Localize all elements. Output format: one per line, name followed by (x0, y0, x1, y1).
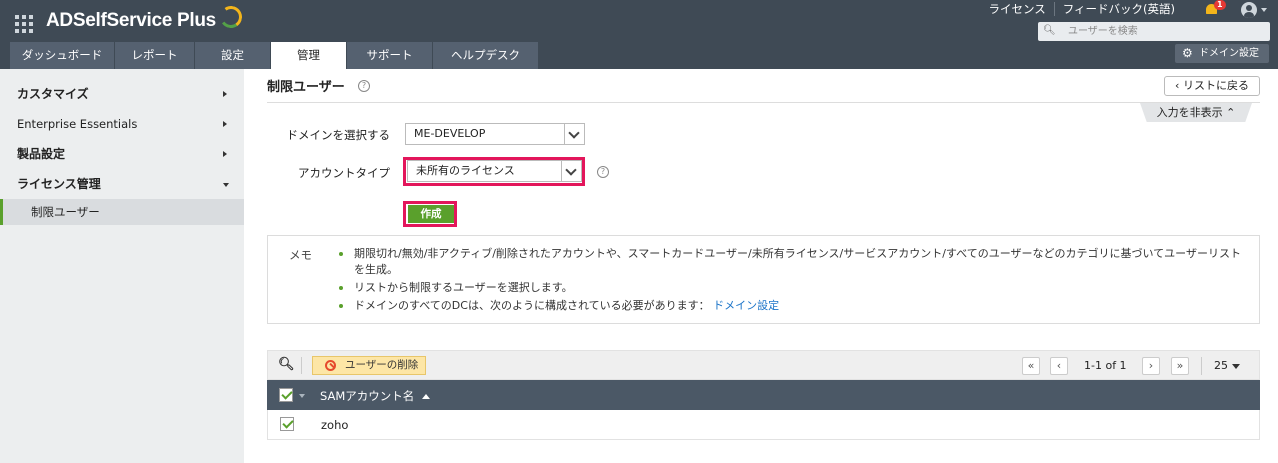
divider (301, 357, 302, 374)
divider (1201, 357, 1202, 375)
sidebar-item-license-management[interactable]: ライセンス管理 (0, 169, 244, 199)
chevron-down-icon[interactable] (299, 394, 305, 398)
memo-list: 期限切れ/無効/非アクティブ/削除されたアカウントや、スマートカードユーザー/未… (339, 246, 1249, 316)
create-button[interactable]: 作成 (408, 205, 454, 223)
domain-select[interactable]: ME-DEVELOP (405, 123, 585, 145)
memo-item: 期限切れ/無効/非アクティブ/削除されたアカウントや、スマートカードユーザー/未… (339, 246, 1249, 278)
next-page-button[interactable]: › (1142, 357, 1160, 375)
sidebar-subitem-restricted-users[interactable]: 制限ユーザー (0, 199, 244, 225)
sidebar-item-label: 製品設定 (17, 147, 66, 161)
table-row[interactable]: zoho (267, 410, 1260, 440)
chevron-down-icon[interactable] (564, 124, 584, 144)
chevron-left-icon: ‹ (1175, 79, 1180, 92)
help-icon[interactable]: ? (597, 166, 609, 178)
sidebar: カスタマイズ Enterprise Essentials 製品設定 ライセンス管… (0, 69, 244, 463)
sam-account-cell: zoho (321, 418, 349, 432)
per-page-select[interactable]: 25 (1214, 359, 1240, 372)
memo-item: ドメインのすべてのDCは、次のように構成されている必要があります： ドメイン設定 (339, 298, 1249, 314)
search-icon[interactable]: 🔍︎ (1043, 26, 1056, 36)
chevron-down-icon (223, 183, 229, 187)
main-tabs: ダッシュボード レポート 設定 管理 サポート ヘルプデスク (10, 42, 539, 69)
memo-label: メモ (289, 248, 312, 262)
tab-helpdesk[interactable]: ヘルプデスク (433, 42, 539, 69)
back-to-list-label: リストに戻る (1182, 79, 1249, 92)
back-to-list-button[interactable]: ‹ リストに戻る (1164, 76, 1260, 96)
chevron-right-icon (223, 151, 227, 157)
top-links: ライセンス フィードバック(英語) (980, 2, 1183, 16)
chevron-up-icon: ⌃ (1226, 106, 1236, 119)
divider (267, 102, 1260, 103)
tab-support[interactable]: サポート (347, 42, 433, 69)
domain-label: ドメインを選択する (286, 128, 391, 142)
page-info: 1-1 of 1 (1084, 359, 1127, 372)
column-header-sam[interactable]: SAMアカウント名 (320, 388, 431, 404)
domain-settings-button[interactable]: ⚙ ドメイン設定 (1175, 44, 1269, 63)
prev-page-button[interactable]: ‹ (1050, 357, 1068, 375)
domain-select-value: ME-DEVELOP (414, 127, 486, 140)
sort-asc-icon (422, 394, 431, 399)
notification-badge: 1 (1214, 0, 1226, 10)
chevron-down-icon[interactable] (1261, 8, 1267, 12)
user-search[interactable]: 🔍︎ (1038, 22, 1270, 41)
select-all-checkbox[interactable] (279, 388, 293, 402)
sidebar-item-label: ライセンス管理 (17, 177, 101, 191)
domain-settings-link[interactable]: ドメイン設定 (713, 299, 779, 312)
memo-box: メモ 期限切れ/無効/非アクティブ/削除されたアカウントや、スマートカードユーザ… (267, 235, 1260, 324)
gear-icon: ⚙ (1182, 46, 1193, 60)
ban-icon (325, 360, 336, 371)
toggle-input-button[interactable]: 入力を非表示 ⌃ (1140, 103, 1252, 122)
help-icon[interactable]: ? (358, 80, 370, 92)
tab-admin[interactable]: 管理 (271, 42, 347, 69)
sidebar-item-label: Enterprise Essentials (17, 117, 138, 131)
sidebar-item-label: カスタマイズ (17, 87, 89, 101)
last-page-button[interactable]: » (1171, 357, 1189, 375)
account-type-label: アカウントタイプ (298, 166, 390, 180)
page-title: 制限ユーザー (267, 80, 345, 95)
sidebar-item-enterprise-essentials[interactable]: Enterprise Essentials (0, 109, 244, 139)
search-filter-icon[interactable]: 🔍︎ (278, 358, 295, 372)
tab-settings[interactable]: 設定 (195, 42, 271, 69)
column-header-label: SAMアカウント名 (320, 389, 415, 403)
chevron-down-icon[interactable] (561, 161, 581, 181)
memo-item-text: ドメインのすべてのDCは、次のように構成されている必要があります： (354, 299, 710, 312)
user-avatar-icon[interactable] (1241, 2, 1257, 18)
account-type-select[interactable]: 未所有のライセンス (407, 160, 582, 182)
table-header: SAMアカウント名 (267, 380, 1260, 410)
top-bar: ADSelfService Plus ライセンス フィードバック(英語) 🔍︎ … (0, 0, 1278, 69)
chevron-right-icon (223, 121, 227, 127)
sidebar-item-product-settings[interactable]: 製品設定 (0, 139, 244, 169)
tab-reports[interactable]: レポート (115, 42, 195, 69)
app-logo[interactable]: ADSelfService Plus (46, 10, 216, 32)
delete-users-button[interactable]: ユーザーの削除 (312, 356, 426, 375)
user-search-input[interactable] (1068, 23, 1258, 40)
logo-arc-icon (218, 4, 244, 30)
memo-item: リストから制限するユーザーを選択します。 (339, 280, 1249, 296)
tab-dashboard[interactable]: ダッシュボード (10, 42, 115, 69)
delete-users-label: ユーザーの削除 (345, 359, 419, 371)
account-type-select-value: 未所有のライセンス (416, 164, 515, 177)
domain-settings-label: ドメイン設定 (1199, 48, 1259, 59)
toggle-input-label: 入力を非表示 (1156, 106, 1223, 119)
table-toolbar: 🔍︎ ユーザーの削除 « ‹ 1-1 of 1 › » 25 (267, 350, 1260, 380)
sidebar-item-customize[interactable]: カスタマイズ (0, 79, 244, 109)
row-checkbox[interactable] (280, 417, 294, 431)
chevron-right-icon (223, 91, 227, 97)
first-page-button[interactable]: « (1022, 357, 1040, 375)
app-grid-icon[interactable] (15, 15, 33, 33)
license-link[interactable]: ライセンス (980, 2, 1053, 16)
feedback-link[interactable]: フィードバック(英語) (1053, 2, 1183, 16)
